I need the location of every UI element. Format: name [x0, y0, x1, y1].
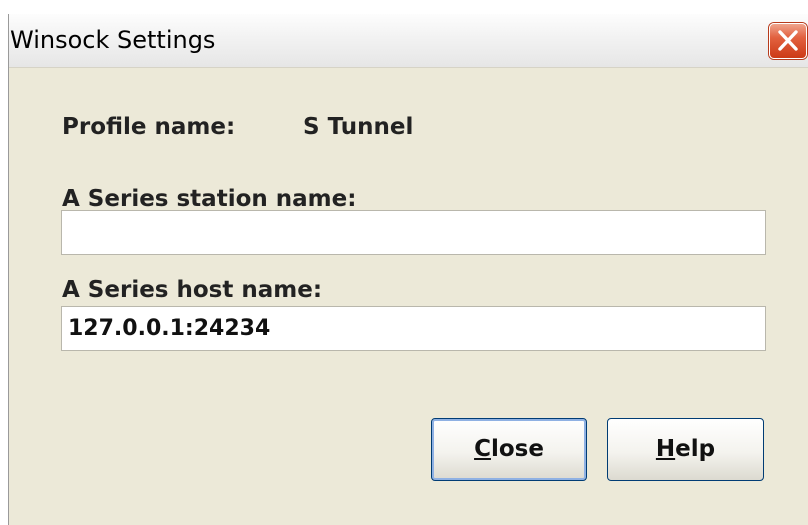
window-close-button[interactable]	[769, 23, 807, 59]
dialog-window: Winsock Settings Profile name: S Tunnel …	[8, 14, 808, 525]
profile-name-value: S Tunnel	[303, 114, 414, 140]
help-button-label: elp	[675, 436, 716, 462]
close-button-label: lose	[490, 436, 544, 462]
close-icon	[778, 30, 798, 51]
close-button-accel: C	[474, 436, 491, 462]
close-button[interactable]: Close	[431, 418, 587, 481]
window-title: Winsock Settings	[10, 26, 216, 54]
host-name-label: A Series host name:	[62, 277, 323, 303]
profile-name-label: Profile name:	[62, 114, 236, 140]
help-button[interactable]: Help	[607, 418, 764, 481]
station-name-label: A Series station name:	[62, 186, 357, 212]
host-name-input[interactable]	[61, 306, 766, 351]
station-name-input[interactable]	[61, 210, 766, 255]
help-button-accel: H	[655, 436, 676, 462]
title-bar[interactable]: Winsock Settings	[9, 14, 808, 68]
